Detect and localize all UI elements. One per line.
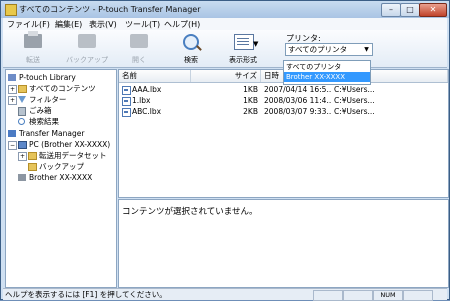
status-cell [403, 290, 433, 301]
expand-icon[interactable]: + [8, 96, 17, 105]
close-button[interactable]: ✕ [419, 3, 447, 17]
menu-edit[interactable]: 編集(E) [55, 19, 82, 30]
trash-icon [18, 107, 26, 116]
preview-pane: コンテンツが選択されていません。 [118, 199, 449, 288]
tree-item-label: バックアップ [39, 162, 84, 171]
chevron-down-icon[interactable]: ▼ [362, 45, 371, 54]
label-file-icon [122, 97, 131, 106]
file-size: 1KB [243, 96, 258, 105]
printer-option-brother[interactable]: Brother XX-XXXX [284, 72, 370, 82]
backup-label: バックアップ [66, 56, 108, 64]
printer-icon [18, 174, 26, 181]
column-name[interactable]: 名前 [119, 70, 191, 82]
transfer-manager-icon [8, 130, 16, 137]
folder-icon [18, 85, 27, 93]
label-file-icon [122, 108, 131, 117]
tree-item-label: P-touch Library [19, 73, 76, 82]
expand-icon[interactable]: + [8, 85, 17, 94]
menu-view[interactable]: 表示(V) [89, 19, 117, 30]
file-size: 2KB [243, 107, 258, 116]
computer-icon [18, 141, 27, 149]
title-bar: すべてのコンテンツ - P-touch Transfer Manager – □… [1, 1, 449, 18]
printer-select-value: すべてのプリンタ [288, 45, 348, 54]
maximize-button[interactable]: □ [400, 3, 420, 17]
transfer-label: 転送 [26, 56, 40, 64]
status-cell [343, 290, 373, 301]
search-button[interactable]: 検索 [173, 33, 209, 65]
file-date: 2008/03/06 11:4... [264, 96, 332, 105]
file-size: 1KB [243, 85, 258, 94]
app-window: すべてのコンテンツ - P-touch Transfer Manager – □… [0, 0, 450, 301]
tree-item-label: すべてのコンテンツ [29, 84, 96, 93]
minimize-button[interactable]: – [381, 3, 401, 17]
column-size[interactable]: サイズ [191, 70, 261, 82]
view-style-label: 表示形式 [229, 56, 257, 64]
navigation-tree: P-touch Library + すべてのコンテンツ + フィルター ごみ箱 … [5, 69, 117, 288]
content-list: 名前 サイズ 日時 場所 AAA.lbx 1KB 2007/04/14 16:5… [118, 69, 449, 198]
view-list-icon [234, 34, 254, 50]
file-date: 2007/04/14 16:5... [264, 85, 332, 94]
status-num: NUM [373, 290, 403, 301]
open-button[interactable]: 開く [121, 33, 157, 65]
search-label: 検索 [184, 56, 198, 64]
table-row[interactable]: 1.lbx 1KB 2008/03/06 11:4... C:¥Users... [119, 95, 448, 106]
printer-option-all[interactable]: すべてのプリンタ [284, 62, 370, 72]
backup-button[interactable]: バックアップ [61, 33, 113, 65]
file-name: ABC.lbx [132, 107, 162, 116]
folder-icon [28, 152, 37, 160]
tree-item-label: PC (Brother XX-XXXX) [29, 140, 111, 149]
menu-tools[interactable]: ツール(T) [125, 19, 160, 30]
view-style-button[interactable]: 表示形式 [223, 33, 263, 65]
status-bar: ヘルプを表示するには [F1] を押してください。 NUM [3, 288, 447, 301]
tree-item-label: 転送用データセット [39, 151, 107, 160]
folder-icon [28, 163, 37, 171]
status-help-text: ヘルプを表示するには [F1] を押してください。 [5, 290, 167, 299]
window-title: すべてのコンテンツ - P-touch Transfer Manager [19, 5, 201, 14]
table-row[interactable]: ABC.lbx 2KB 2008/03/07 9:33... C:¥Users.… [119, 106, 448, 117]
toolbar: 転送 バックアップ 開く 検索 表示形式 ▼ プリンタ: すべてのプリンタ ▼ [3, 30, 447, 68]
file-name: 1.lbx [132, 96, 151, 105]
app-icon [5, 4, 17, 16]
file-location: C:¥Users... [334, 107, 375, 116]
library-icon [8, 74, 16, 81]
file-location: C:¥Users... [334, 96, 375, 105]
search-icon [183, 34, 199, 50]
file-name: AAA.lbx [132, 85, 162, 94]
view-style-caret-icon[interactable]: ▼ [253, 40, 258, 48]
backup-icon [78, 34, 96, 48]
search-results-icon [18, 118, 25, 125]
filter-icon [18, 96, 26, 103]
tree-item-label: Brother XX-XXXX [29, 173, 93, 182]
file-date: 2008/03/07 9:33... [264, 107, 332, 116]
menu-help[interactable]: ヘルプ(H) [164, 19, 200, 30]
expand-icon[interactable]: + [18, 152, 27, 161]
transfer-button[interactable]: 転送 [11, 31, 55, 65]
label-file-icon [122, 86, 131, 95]
menu-bar: ファイル(F) 編集(E) 表示(V) ツール(T) ヘルプ(H) [3, 18, 447, 30]
printer-select[interactable]: すべてのプリンタ ▼ [285, 43, 373, 56]
printer-dropdown-list: すべてのプリンタ Brother XX-XXXX [283, 60, 371, 85]
no-selection-message: コンテンツが選択されていません。 [122, 207, 258, 217]
collapse-icon[interactable]: − [8, 141, 17, 150]
status-cell [313, 290, 343, 301]
tree-item-label: ごみ箱 [29, 106, 52, 115]
open-label: 開く [132, 56, 146, 64]
menu-file[interactable]: ファイル(F) [7, 19, 50, 30]
tree-item-label: 検索結果 [29, 117, 59, 126]
table-row[interactable]: AAA.lbx 1KB 2007/04/14 16:5... C:¥Users.… [119, 84, 448, 95]
open-icon [130, 34, 148, 48]
file-location: C:¥Users... [334, 85, 375, 94]
tree-item-label: フィルター [29, 95, 67, 104]
transfer-icon [24, 31, 42, 48]
tree-item-label: Transfer Manager [19, 129, 85, 138]
